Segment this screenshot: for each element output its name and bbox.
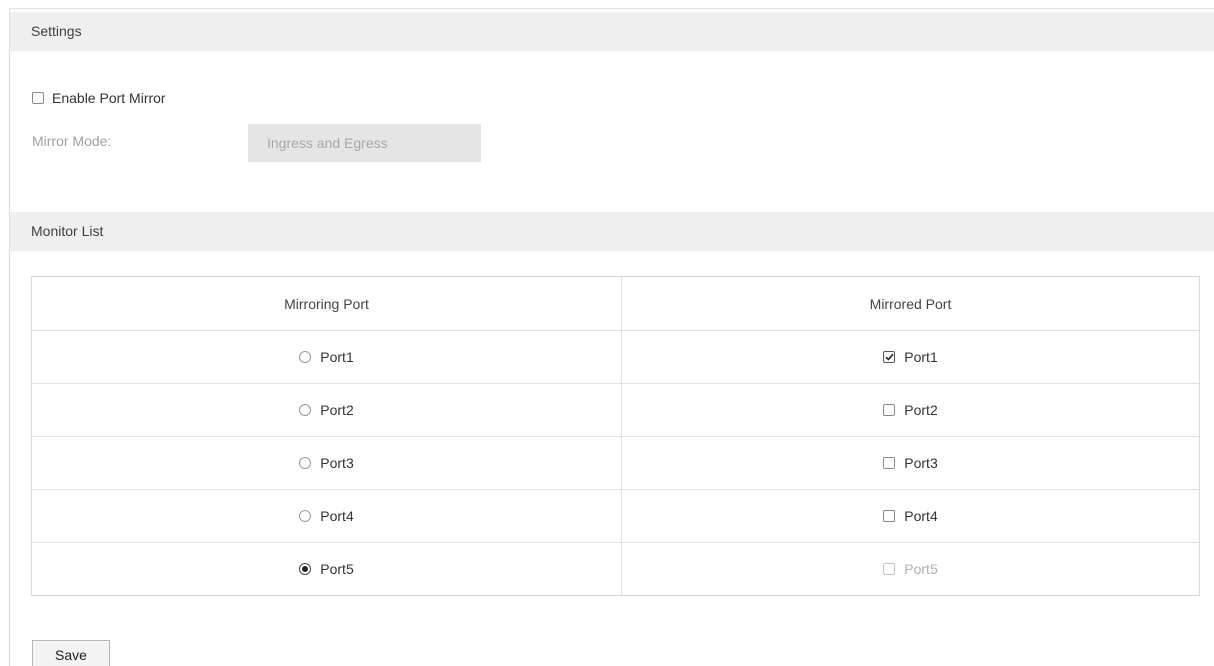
mirrored-port-checkbox (883, 563, 896, 575)
mirroring-port-radio[interactable] (299, 404, 312, 416)
mirrored-port-checkbox[interactable] (883, 457, 896, 469)
monitor-list-table: Mirroring Port Mirrored Port Port1 Port1 P… (31, 276, 1200, 596)
mirroring-port-cell: Port4 (32, 490, 622, 542)
mirror-mode-label: Mirror Mode: (32, 133, 112, 149)
table-row: Port4 Port4 (32, 490, 1199, 543)
mirrored-port-label: Port5 (904, 561, 938, 577)
mirrored-port-column-header: Mirrored Port (869, 295, 952, 312)
mirroring-port-cell: Port5 (32, 543, 622, 595)
enable-port-mirror-checkbox[interactable] (32, 92, 44, 104)
table-row: Port3 Port3 (32, 437, 1199, 490)
mirrored-port-label: Port4 (904, 508, 938, 524)
mirrored-port-cell: Port4 (622, 490, 1199, 542)
mirroring-port-radio[interactable] (299, 457, 312, 469)
mirror-mode-select[interactable]: Ingress and Egress (248, 124, 481, 162)
mirrored-port-cell: Port5 (622, 543, 1199, 595)
mirroring-port-cell: Port2 (32, 384, 622, 436)
mirrored-port-cell: Port1 (622, 331, 1199, 383)
mirroring-port-radio[interactable] (299, 351, 312, 363)
mirroring-port-label: Port2 (320, 402, 354, 418)
mirroring-port-option[interactable]: Port4 (299, 508, 354, 524)
left-border (9, 8, 10, 666)
mirroring-port-radio[interactable] (299, 563, 312, 575)
mirrored-port-checkbox[interactable] (883, 510, 896, 522)
mirrored-port-checkbox[interactable] (883, 351, 896, 363)
top-border (9, 8, 1214, 9)
save-button[interactable]: Save (32, 640, 110, 666)
table-row: Port5 Port5 (32, 543, 1199, 595)
settings-section-title: Settings (31, 23, 82, 39)
enable-port-mirror-option[interactable]: Enable Port Mirror (32, 88, 166, 108)
mirroring-port-option[interactable]: Port5 (299, 561, 354, 577)
mirrored-port-option: Port5 (883, 561, 938, 577)
mirroring-port-option[interactable]: Port1 (299, 349, 354, 365)
mirrored-port-label: Port1 (904, 349, 938, 365)
table-header-row: Mirroring Port Mirrored Port (32, 277, 1199, 331)
mirroring-port-cell: Port1 (32, 331, 622, 383)
port-mirror-page: Settings Enable Port Mirror Mirror Mode:… (0, 0, 1214, 666)
mirrored-port-option[interactable]: Port3 (883, 455, 938, 471)
monitor-list-section-title: Monitor List (31, 223, 104, 239)
mirroring-port-label: Port3 (320, 455, 354, 471)
table-row: Port2 Port2 (32, 384, 1199, 437)
mirrored-port-label: Port3 (904, 455, 938, 471)
table-row: Port1 Port1 (32, 331, 1199, 384)
mirrored-port-checkbox[interactable] (883, 404, 896, 416)
mirroring-port-label: Port1 (320, 349, 354, 365)
checkmark-icon (885, 353, 894, 361)
mirrored-port-option[interactable]: Port4 (883, 508, 938, 524)
mirrored-port-cell: Port3 (622, 437, 1199, 489)
table-header-cell: Mirroring Port (32, 277, 622, 330)
mirroring-port-label: Port4 (320, 508, 354, 524)
mirrored-port-option[interactable]: Port1 (883, 349, 938, 365)
radio-selected-dot (302, 566, 309, 572)
mirroring-port-option[interactable]: Port2 (299, 402, 354, 418)
table-header-cell: Mirrored Port (622, 277, 1199, 330)
mirroring-port-column-header: Mirroring Port (284, 295, 369, 312)
monitor-list-section-header: Monitor List (10, 212, 1214, 251)
mirroring-port-label: Port5 (320, 561, 354, 577)
settings-section-header: Settings (10, 12, 1214, 51)
mirrored-port-cell: Port2 (622, 384, 1199, 436)
enable-port-mirror-label: Enable Port Mirror (52, 90, 166, 106)
mirroring-port-option[interactable]: Port3 (299, 455, 354, 471)
mirrored-port-option[interactable]: Port2 (883, 402, 938, 418)
mirrored-port-label: Port2 (904, 402, 938, 418)
mirroring-port-cell: Port3 (32, 437, 622, 489)
mirroring-port-radio[interactable] (299, 510, 312, 522)
